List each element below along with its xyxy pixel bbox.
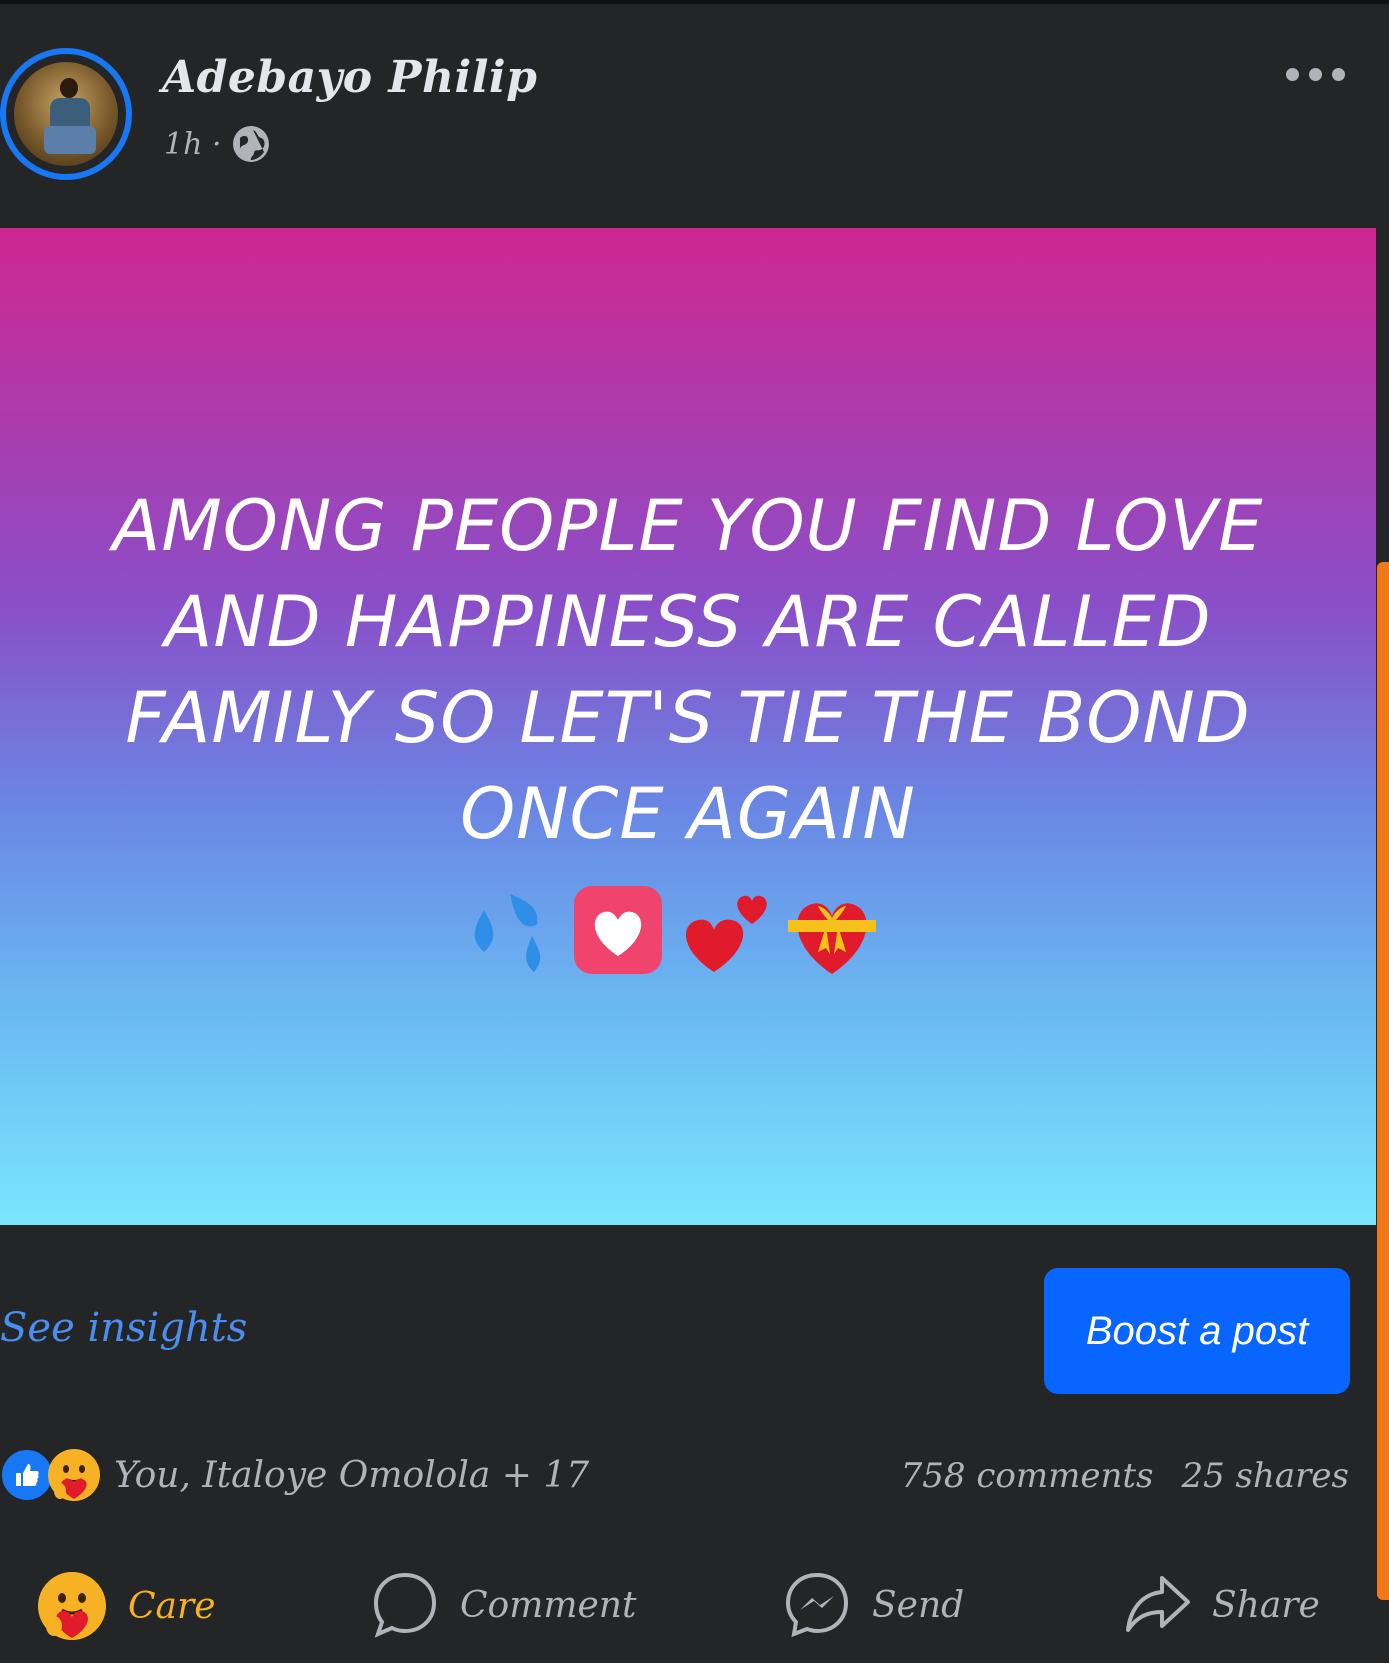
see-insights-link[interactable]: See insights — [0, 1305, 247, 1351]
avatar-body-shape — [50, 98, 90, 128]
post-meta: 1h · — [164, 124, 271, 164]
more-options-icon[interactable] — [1286, 68, 1345, 81]
comments-count[interactable]: 758 comments — [901, 1456, 1154, 1496]
avatar-head-shape — [60, 78, 78, 98]
care-icon — [38, 1572, 106, 1640]
emoji-row — [462, 880, 882, 980]
care-label: Care — [128, 1585, 216, 1627]
two-hearts-icon — [686, 895, 767, 972]
share-button[interactable]: Share — [1122, 1570, 1320, 1640]
post-text: AMONG PEOPLE YOU FIND LOVE AND HAPPINESS… — [112, 485, 1264, 855]
avatar[interactable] — [0, 48, 132, 180]
send-button[interactable]: Send — [782, 1570, 964, 1640]
comment-icon — [373, 1572, 437, 1638]
dot — [1309, 68, 1322, 81]
care-icon — [48, 1449, 100, 1501]
reaction-names: You, Italoye Omolola + 17 — [114, 1454, 590, 1496]
share-icon — [1126, 1576, 1190, 1632]
post-header: Adebayo Philip 1h · — [0, 4, 1389, 228]
dot — [1332, 68, 1345, 81]
action-bar: Care Comment Send Share — [0, 1570, 1389, 1650]
heart-square-icon — [574, 886, 662, 974]
shares-count[interactable]: 25 shares — [1181, 1456, 1349, 1496]
droplets-icon — [474, 893, 541, 972]
messenger-icon — [785, 1572, 849, 1638]
comment-label: Comment — [460, 1584, 637, 1626]
gift-heart-icon — [788, 903, 876, 974]
post-content[interactable]: AMONG PEOPLE YOU FIND LOVE AND HAPPINESS… — [0, 228, 1376, 1225]
share-label: Share — [1212, 1584, 1320, 1626]
globe-icon[interactable] — [231, 124, 271, 164]
avatar-legs-shape — [44, 126, 96, 154]
reactions-summary[interactable]: You, Italoye Omolola + 17 — [0, 1447, 589, 1503]
send-label: Send — [872, 1584, 965, 1626]
avatar-photo — [14, 62, 118, 166]
care-button[interactable]: Care — [36, 1570, 216, 1642]
comment-button[interactable]: Comment — [370, 1570, 636, 1640]
author-name[interactable]: Adebayo Philip — [162, 52, 537, 103]
dot — [1286, 68, 1299, 81]
scrollbar[interactable] — [1377, 562, 1389, 1600]
boost-post-button[interactable]: Boost a post — [1044, 1268, 1350, 1394]
post-time[interactable]: 1h · — [164, 127, 221, 162]
engagement-counts: 758 comments 25 shares — [901, 1456, 1349, 1496]
